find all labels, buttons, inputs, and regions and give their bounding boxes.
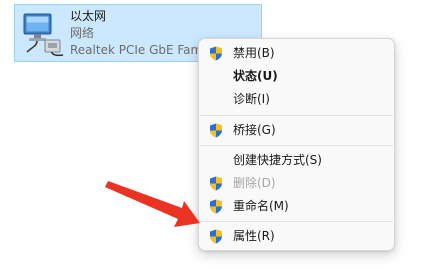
menu-item-label: 重命名(M) [233,199,289,213]
menu-item-diagnose[interactable]: 诊断(I) [203,88,390,110]
menu-item-label: 桥接(G) [233,123,276,137]
menu-item-label: 状态(U) [233,69,278,83]
context-menu: 禁用(B) 状态(U) 诊断(I) 桥接(G) 创建快捷方式(S) 删除(D) … [198,38,395,251]
menu-separator [200,145,393,146]
menu-separator [200,221,393,222]
menu-item-label: 删除(D) [233,176,276,190]
uac-shield-icon [210,199,222,214]
uac-shield-icon [210,176,222,191]
uac-shield-icon [210,229,222,244]
menu-item-label: 属性(R) [233,229,275,243]
menu-item-disable[interactable]: 禁用(B) [203,42,390,64]
menu-item-rename[interactable]: 重命名(M) [203,195,390,217]
menu-item-label: 诊断(I) [233,92,270,106]
menu-separator [200,115,393,116]
menu-item-create-shortcut[interactable]: 创建快捷方式(S) [203,149,390,171]
menu-item-properties[interactable]: 属性(R) [203,225,390,247]
network-connections-window: 以太网 网络 Realtek PCIe GbE Family Controlle… [0,0,435,272]
menu-item-status[interactable]: 状态(U) [203,65,390,87]
network-adapter-icon [23,13,64,57]
uac-shield-icon [210,46,222,61]
menu-item-bridge[interactable]: 桥接(G) [203,119,390,141]
menu-item-delete: 删除(D) [203,172,390,194]
menu-item-label: 禁用(B) [233,46,275,60]
adapter-name: 以太网 [70,9,107,23]
menu-item-label: 创建快捷方式(S) [233,153,322,167]
uac-shield-icon [210,123,222,138]
